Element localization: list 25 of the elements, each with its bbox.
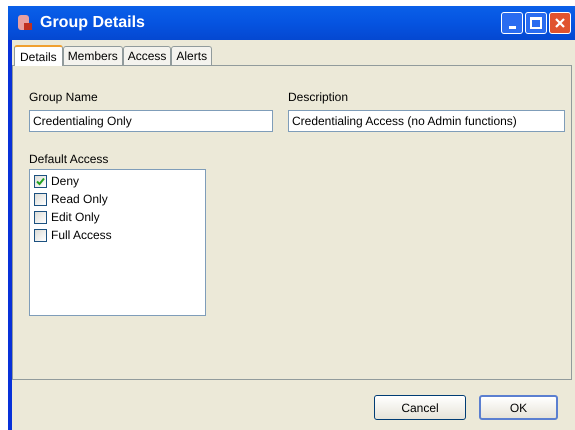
tab[interactable]: Members — [62, 46, 123, 65]
app-icon — [16, 14, 34, 32]
description-field[interactable]: Credentialing Access (no Admin functions) — [288, 110, 565, 132]
checkbox[interactable] — [34, 228, 47, 242]
tab[interactable]: Access — [122, 46, 172, 65]
close-icon — [554, 17, 566, 29]
option-label: Full Access — [51, 227, 112, 244]
checkbox[interactable] — [34, 174, 47, 188]
field-label: Default Access — [29, 151, 110, 165]
window-title: Group Details — [40, 13, 145, 33]
field-label: Group Name — [29, 89, 99, 104]
maximize-button[interactable] — [525, 12, 547, 34]
minimize-button[interactable] — [501, 12, 523, 34]
tab[interactable]: Alerts — [171, 46, 212, 65]
checkbox[interactable] — [34, 192, 47, 206]
dialog-button[interactable]: Cancel — [374, 395, 466, 420]
tab[interactable]: Details — [14, 45, 63, 66]
checkbox[interactable] — [34, 210, 47, 224]
option-label: Edit Only — [51, 209, 100, 226]
close-button[interactable] — [549, 12, 571, 34]
option-label: Deny — [51, 173, 80, 190]
option-label: Read Only — [51, 191, 108, 208]
group-name-field[interactable]: Credentialing Only — [29, 110, 273, 132]
field-label: Description — [288, 89, 350, 104]
dialog-button[interactable]: OK — [479, 395, 558, 420]
